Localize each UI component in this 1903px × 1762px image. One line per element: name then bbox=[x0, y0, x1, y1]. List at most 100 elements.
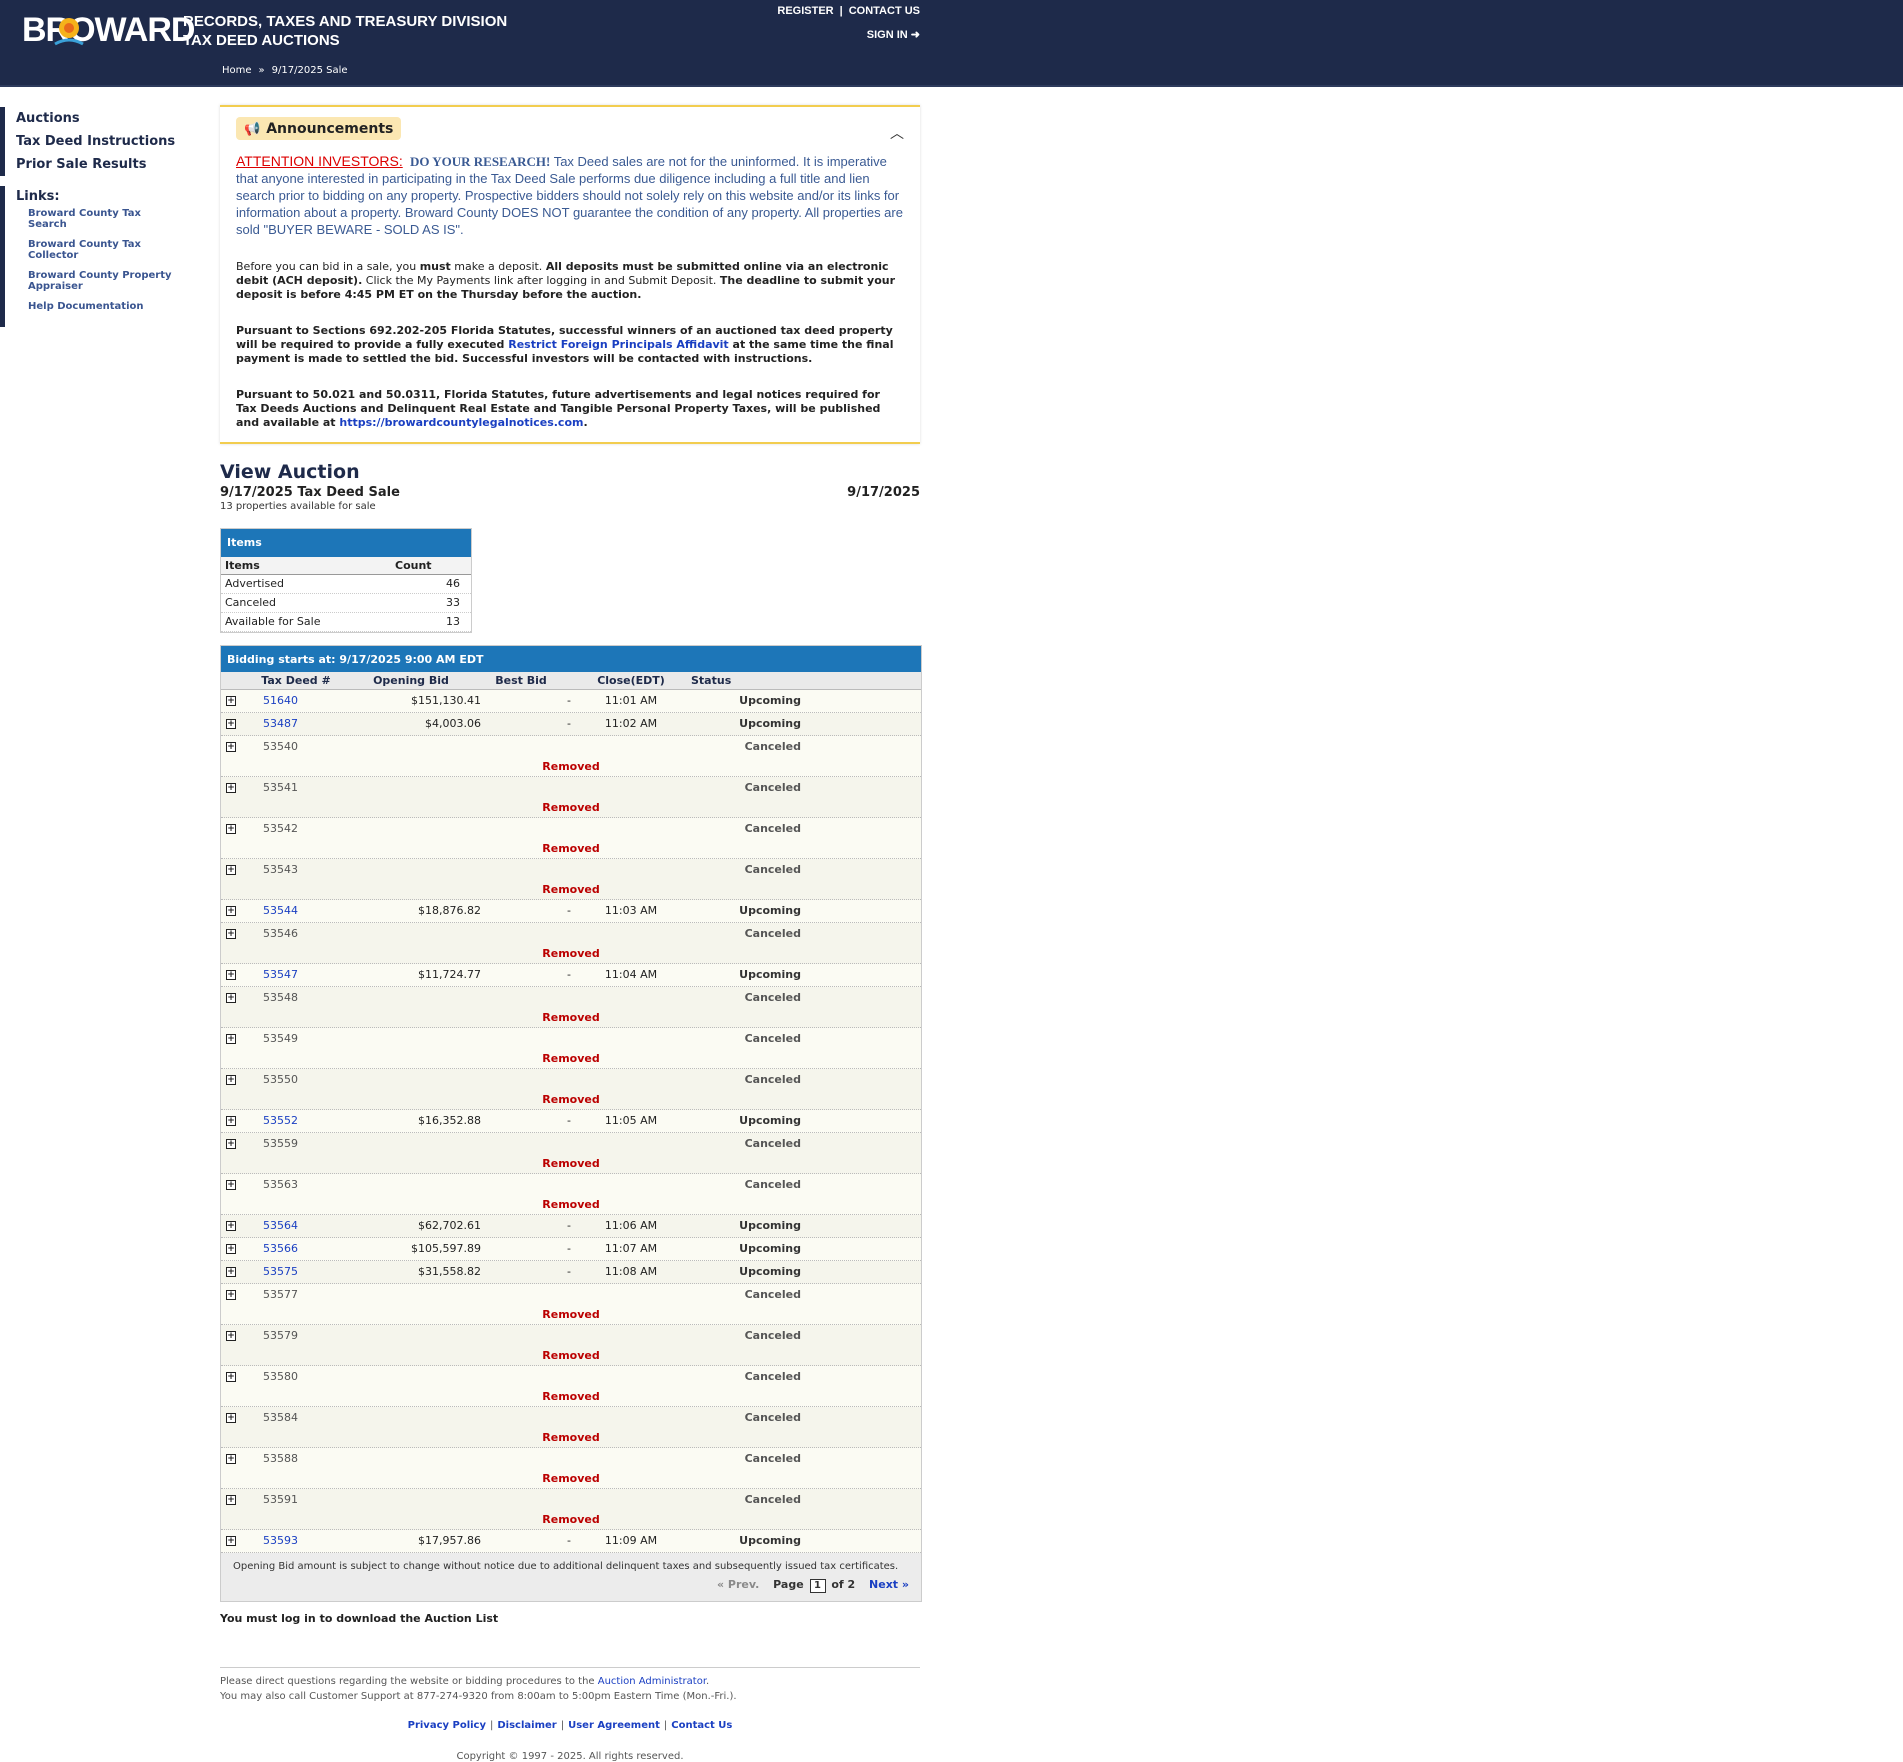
expand-plus-icon[interactable]: + bbox=[226, 865, 236, 875]
col-close[interactable]: Close(EDT) bbox=[571, 672, 691, 689]
col-status[interactable]: Status bbox=[691, 672, 771, 689]
expand-cell[interactable]: + bbox=[221, 1284, 241, 1306]
expand-plus-icon[interactable]: + bbox=[226, 1034, 236, 1044]
best-bid-cell bbox=[481, 818, 571, 840]
expand-plus-icon[interactable]: + bbox=[226, 906, 236, 916]
expand-cell[interactable]: + bbox=[221, 1110, 241, 1132]
expand-cell[interactable]: + bbox=[221, 1028, 241, 1050]
affidavit-link[interactable]: Restrict Foreign Principals Affidavit bbox=[508, 338, 728, 351]
col-tax-deed[interactable]: Tax Deed # bbox=[241, 672, 351, 689]
expand-cell[interactable]: + bbox=[221, 1238, 241, 1260]
col-opening-bid[interactable]: Opening Bid bbox=[351, 672, 471, 689]
expand-cell[interactable]: + bbox=[221, 736, 241, 758]
footer-contact-us-link[interactable]: Contact Us bbox=[671, 1720, 732, 1731]
tax-deed-link[interactable]: 53552 bbox=[263, 1114, 298, 1127]
tax-deed-cell[interactable]: 53593 bbox=[241, 1530, 351, 1552]
link-tax-collector[interactable]: Broward County Tax Collector bbox=[28, 239, 178, 261]
link-property-appraiser[interactable]: Broward County Property Appraiser bbox=[28, 270, 178, 292]
tax-deed-link[interactable]: 53487 bbox=[263, 717, 298, 730]
tax-deed-link[interactable]: 53566 bbox=[263, 1242, 298, 1255]
expand-cell[interactable]: + bbox=[221, 1366, 241, 1388]
expand-cell[interactable]: + bbox=[221, 1448, 241, 1470]
expand-cell[interactable]: + bbox=[221, 1215, 241, 1237]
expand-cell[interactable]: + bbox=[221, 1489, 241, 1511]
prev-page-link[interactable]: « Prev. bbox=[717, 1578, 759, 1591]
expand-cell[interactable]: + bbox=[221, 690, 241, 712]
tax-deed-link[interactable]: 53575 bbox=[263, 1265, 298, 1278]
expand-cell[interactable]: + bbox=[221, 1261, 241, 1283]
expand-plus-icon[interactable]: + bbox=[226, 1244, 236, 1254]
next-page-link[interactable]: Next » bbox=[869, 1578, 909, 1591]
broward-logo[interactable]: BROWARD bbox=[22, 10, 195, 60]
expand-cell[interactable]: + bbox=[221, 713, 241, 735]
expand-plus-icon[interactable]: + bbox=[226, 929, 236, 939]
expand-plus-icon[interactable]: + bbox=[226, 824, 236, 834]
nav-auctions[interactable]: Auctions bbox=[16, 107, 200, 130]
user-agreement-link[interactable]: User Agreement bbox=[568, 1720, 660, 1731]
tax-deed-cell[interactable]: 53552 bbox=[241, 1110, 351, 1132]
legal-notices-link[interactable]: https://browardcountylegalnotices.com bbox=[339, 416, 583, 429]
expand-plus-icon[interactable]: + bbox=[226, 1180, 236, 1190]
status-cell: Canceled bbox=[744, 781, 801, 794]
col-best-bid[interactable]: Best Bid bbox=[471, 672, 571, 689]
expand-cell[interactable]: + bbox=[221, 923, 241, 945]
tax-deed-link[interactable]: 53593 bbox=[263, 1534, 298, 1547]
tax-deed-link[interactable]: 53544 bbox=[263, 904, 298, 917]
nav-prior-sale-results[interactable]: Prior Sale Results bbox=[16, 153, 200, 176]
expand-plus-icon[interactable]: + bbox=[226, 696, 236, 706]
tax-deed-cell[interactable]: 53564 bbox=[241, 1215, 351, 1237]
expand-cell[interactable]: + bbox=[221, 1174, 241, 1196]
breadcrumb-home[interactable]: Home bbox=[222, 65, 252, 76]
expand-cell[interactable]: + bbox=[221, 1069, 241, 1091]
link-help-documentation[interactable]: Help Documentation bbox=[28, 301, 178, 312]
expand-cell[interactable]: + bbox=[221, 859, 241, 881]
contact-us-link[interactable]: CONTACT US bbox=[849, 5, 920, 17]
tax-deed-cell[interactable]: 53487 bbox=[241, 713, 351, 735]
expand-cell[interactable]: + bbox=[221, 1133, 241, 1155]
tax-deed-link[interactable]: 53547 bbox=[263, 968, 298, 981]
chevron-up-icon[interactable]: ︿ bbox=[890, 123, 904, 143]
close-time-cell: 11:05 AM bbox=[604, 1114, 658, 1127]
expand-plus-icon[interactable]: + bbox=[226, 1116, 236, 1126]
expand-cell[interactable]: + bbox=[221, 987, 241, 1009]
expand-plus-icon[interactable]: + bbox=[226, 1495, 236, 1505]
expand-cell[interactable]: + bbox=[221, 964, 241, 986]
tax-deed-cell[interactable]: 53566 bbox=[241, 1238, 351, 1260]
tax-deed-cell[interactable]: 53547 bbox=[241, 964, 351, 986]
expand-plus-icon[interactable]: + bbox=[226, 783, 236, 793]
expand-plus-icon[interactable]: + bbox=[226, 1413, 236, 1423]
disclaimer-link[interactable]: Disclaimer bbox=[497, 1720, 556, 1731]
announcements-header[interactable]: 📢 Announcements ︿ bbox=[236, 117, 904, 147]
expand-plus-icon[interactable]: + bbox=[226, 970, 236, 980]
expand-plus-icon[interactable]: + bbox=[226, 1139, 236, 1149]
expand-plus-icon[interactable]: + bbox=[226, 719, 236, 729]
tax-deed-cell[interactable]: 51640 bbox=[241, 690, 351, 712]
expand-plus-icon[interactable]: + bbox=[226, 1290, 236, 1300]
sign-in-link[interactable]: SIGN IN ➜ bbox=[867, 29, 920, 41]
expand-plus-icon[interactable]: + bbox=[226, 1267, 236, 1277]
expand-cell[interactable]: + bbox=[221, 1325, 241, 1347]
link-tax-search[interactable]: Broward County Tax Search bbox=[28, 208, 178, 230]
expand-plus-icon[interactable]: + bbox=[226, 742, 236, 752]
auction-administrator-link[interactable]: Auction Administrator bbox=[598, 1676, 706, 1687]
tax-deed-cell[interactable]: 53575 bbox=[241, 1261, 351, 1283]
expand-cell[interactable]: + bbox=[221, 818, 241, 840]
expand-plus-icon[interactable]: + bbox=[226, 993, 236, 1003]
expand-plus-icon[interactable]: + bbox=[226, 1372, 236, 1382]
tax-deed-link[interactable]: 51640 bbox=[263, 694, 298, 707]
tax-deed-link[interactable]: 53564 bbox=[263, 1219, 298, 1232]
nav-tax-deed-instructions[interactable]: Tax Deed Instructions bbox=[16, 130, 200, 153]
register-link[interactable]: REGISTER bbox=[777, 5, 833, 17]
expand-cell[interactable]: + bbox=[221, 777, 241, 799]
expand-plus-icon[interactable]: + bbox=[226, 1075, 236, 1085]
expand-cell[interactable]: + bbox=[221, 900, 241, 922]
expand-plus-icon[interactable]: + bbox=[226, 1221, 236, 1231]
expand-plus-icon[interactable]: + bbox=[226, 1331, 236, 1341]
page-number-input[interactable]: 1 bbox=[809, 1579, 826, 1593]
expand-plus-icon[interactable]: + bbox=[226, 1536, 236, 1546]
expand-cell[interactable]: + bbox=[221, 1530, 241, 1552]
expand-cell[interactable]: + bbox=[221, 1407, 241, 1429]
tax-deed-cell[interactable]: 53544 bbox=[241, 900, 351, 922]
expand-plus-icon[interactable]: + bbox=[226, 1454, 236, 1464]
privacy-policy-link[interactable]: Privacy Policy bbox=[408, 1720, 486, 1731]
